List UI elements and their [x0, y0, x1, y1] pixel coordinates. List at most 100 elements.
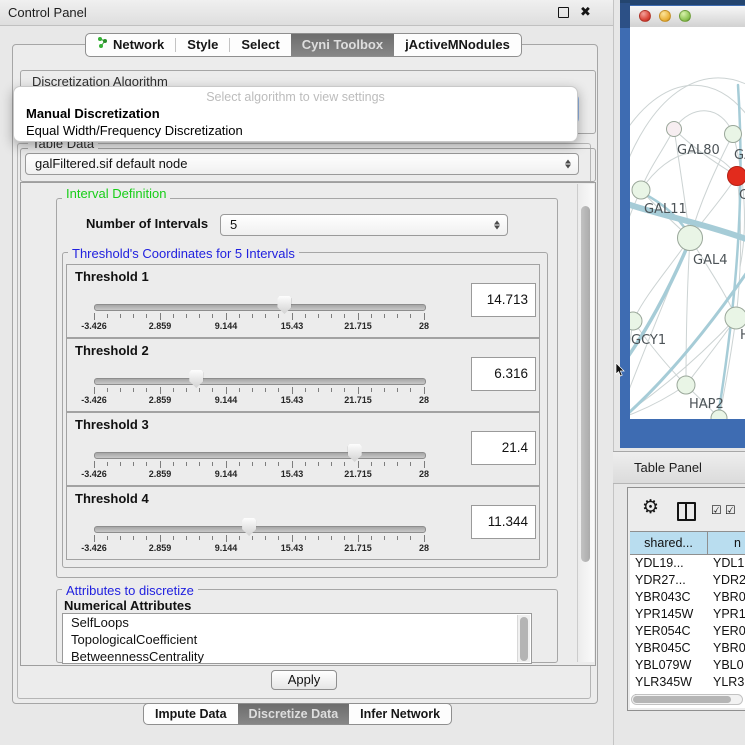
network-icon	[97, 34, 108, 56]
tab-cyni-toolbox[interactable]: Cyni Toolbox	[291, 34, 394, 56]
checked-box-icon[interactable]: ☑	[711, 504, 722, 516]
network-edge[interactable]	[641, 129, 674, 190]
network-node-gal4[interactable]	[678, 226, 703, 251]
attributes-group-label: Attributes to discretize	[62, 583, 198, 598]
window-zoom-button[interactable]	[679, 10, 691, 22]
network-node-h[interactable]	[725, 307, 745, 329]
attribute-list-item[interactable]: TopologicalCoefficient	[63, 631, 531, 648]
window-minimize-button[interactable]	[659, 10, 671, 22]
slider-tick-label: 28	[402, 543, 446, 553]
tab-impute-data[interactable]: Impute Data	[144, 704, 238, 724]
numerical-attributes-list[interactable]: SelfLoopsTopologicalCoefficientBetweenne…	[62, 613, 532, 664]
slider-track[interactable]	[94, 378, 426, 385]
attribute-list-item[interactable]: BetweennessCentrality	[63, 648, 531, 664]
window-close-button[interactable]	[639, 10, 651, 22]
table-row[interactable]: YLR345WYLR3	[630, 674, 745, 691]
apply-button[interactable]: Apply	[271, 670, 337, 690]
list-scrollbar-thumb[interactable]	[520, 617, 528, 661]
tab-infer-network[interactable]: Infer Network	[349, 704, 451, 724]
column-header-name[interactable]: n	[708, 532, 745, 554]
settings-scrollbar-thumb[interactable]	[581, 206, 590, 562]
slider-tick	[358, 535, 359, 542]
network-window-titlebar	[630, 6, 745, 28]
dropdown-option[interactable]: Equal Width/Frequency Discretization	[14, 122, 577, 139]
network-edge[interactable]	[630, 190, 641, 257]
table-data-combobox[interactable]: galFiltered.sif default node	[25, 153, 579, 175]
float-window-icon[interactable]	[558, 7, 569, 18]
list-scrollbar[interactable]	[517, 615, 530, 662]
screenshot-stage: Control Panel ✖ NetworkStyleSelectCyni T…	[0, 0, 745, 745]
slider-tick	[226, 535, 227, 542]
tab-label: Select	[241, 34, 279, 56]
bottom-tabbar: Impute DataDiscretize DataInfer Network	[143, 703, 452, 725]
slider-tick	[133, 462, 134, 466]
slider-tick	[265, 462, 266, 466]
table-row[interactable]: YBR043CYBR0	[630, 589, 745, 606]
tab-discretize-data[interactable]: Discretize Data	[238, 704, 350, 724]
slider-thumb[interactable]	[189, 370, 203, 388]
slider-tick	[371, 536, 372, 540]
network-canvas[interactable]: GAL80GACGAL11GAL4GCY1HHAP2	[630, 27, 745, 419]
network-edge[interactable]	[641, 152, 737, 190]
slider-thumb[interactable]	[277, 296, 291, 314]
table-horizontal-scrollbar[interactable]	[631, 694, 743, 705]
checked-box-icon[interactable]: ☑	[725, 504, 736, 516]
network-node-gal11[interactable]	[632, 181, 650, 199]
threshold-value-field[interactable]: 6.316	[471, 357, 536, 391]
slider-tick	[318, 462, 319, 466]
table-row[interactable]: YER054CYER0	[630, 623, 745, 640]
table-row[interactable]: YBL079WYBL0	[630, 657, 745, 674]
table-cell-shared-name: YBL079W	[630, 657, 707, 674]
slider-tick	[252, 462, 253, 466]
network-edge[interactable]	[690, 238, 736, 318]
threshold-value-field[interactable]: 14.713	[471, 283, 536, 317]
network-node-ga[interactable]	[725, 126, 742, 143]
gear-icon[interactable]: ⚙	[642, 498, 659, 517]
slider-thumb[interactable]	[348, 444, 362, 462]
number-of-intervals-spinner[interactable]: 5	[220, 214, 508, 236]
slider-tick	[160, 387, 161, 394]
slider-tick	[146, 536, 147, 540]
threshold-value-field[interactable]: 11.344	[471, 505, 536, 539]
slider-tick	[199, 314, 200, 318]
close-icon[interactable]: ✖	[580, 4, 591, 20]
node-table-header[interactable]: shared... n	[630, 531, 745, 555]
tab-select[interactable]: Select	[230, 34, 290, 56]
column-header-shared-name[interactable]: shared...	[630, 532, 708, 554]
tab-network[interactable]: Network	[86, 34, 175, 56]
network-node-gal80[interactable]	[667, 122, 682, 137]
slider-track[interactable]	[94, 526, 426, 533]
table-row[interactable]: YDL19...YDL1	[630, 555, 745, 572]
slider-tick	[252, 536, 253, 540]
slider-tick-label: 15.43	[270, 321, 314, 331]
slider-tick	[344, 314, 345, 318]
network-edge[interactable]	[633, 321, 686, 385]
threshold-value-field[interactable]: 21.4	[471, 431, 536, 465]
tab-style[interactable]: Style	[176, 34, 229, 56]
split-columns-icon[interactable]	[677, 502, 696, 521]
settings-vertical-scrollbar[interactable]	[577, 184, 594, 662]
slider-tick	[146, 314, 147, 318]
table-cell-shared-name: YER054C	[630, 623, 707, 640]
cyni-toolbox-panel: Discretization Algorithm Table Data galF…	[12, 44, 598, 704]
table-row[interactable]: YDR27...YDR2	[630, 572, 745, 589]
table-row[interactable]: YBR045CYBR0	[630, 640, 745, 657]
network-edge[interactable]	[674, 111, 733, 134]
slider-tick-label: -3.426	[72, 395, 116, 405]
slider-thumb[interactable]	[242, 518, 256, 536]
slider-tick	[331, 314, 332, 318]
slider-tick	[199, 388, 200, 392]
dropdown-option[interactable]: Manual Discretization	[14, 105, 577, 122]
slider-tick-label: 28	[402, 321, 446, 331]
network-node-hap2[interactable]	[677, 376, 695, 394]
slider-tick	[160, 313, 161, 320]
table-row[interactable]: YPR145WYPR1	[630, 606, 745, 623]
attribute-list-item[interactable]: SelfLoops	[63, 614, 531, 631]
network-node-c[interactable]	[728, 167, 745, 186]
table-scrollbar-thumb[interactable]	[633, 696, 731, 703]
network-node-gcy1[interactable]	[630, 312, 642, 330]
threshold-box: Threshold 1-3.4262.8599.14415.4321.71528…	[66, 264, 540, 338]
tab-jactivemnodules[interactable]: jActiveMNodules	[394, 34, 521, 56]
slider-track[interactable]	[94, 304, 426, 311]
slider-track[interactable]	[94, 452, 426, 459]
